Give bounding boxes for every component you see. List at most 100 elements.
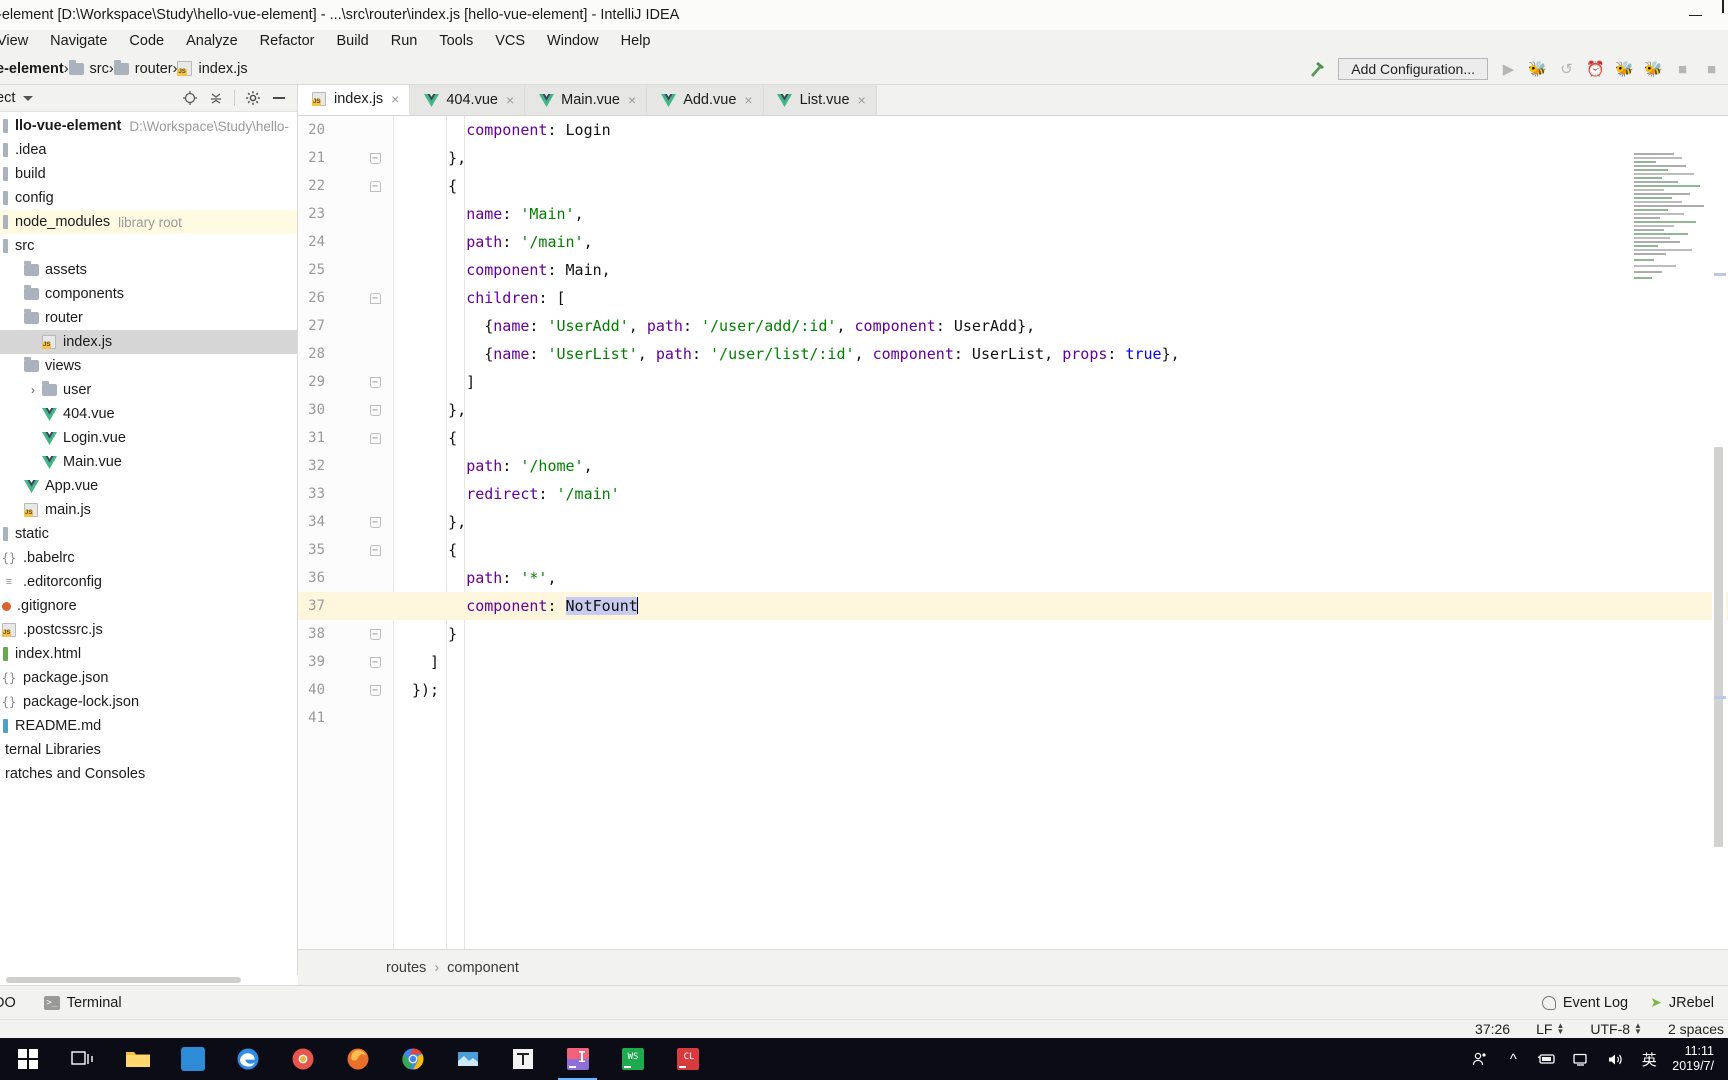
line-number[interactable]: 24 xyxy=(298,228,325,256)
tree-node-views[interactable]: views xyxy=(0,354,297,378)
tree-node--postcssrc-js[interactable]: .postcssrc.js xyxy=(0,618,297,642)
code-fold-collapse-icon[interactable]: − xyxy=(368,172,382,200)
line-number[interactable]: 20 xyxy=(298,116,325,144)
line-number[interactable]: 38 xyxy=(298,620,325,648)
code-line-38[interactable]: } xyxy=(394,620,1728,648)
minimize-button[interactable] xyxy=(1672,0,1718,30)
tree-node-node-modules[interactable]: node_modules library root xyxy=(0,210,297,234)
marker-stripe-warning[interactable] xyxy=(1714,273,1726,276)
editor-scrollbar[interactable] xyxy=(1712,147,1726,913)
code-fold-end-icon[interactable]: − xyxy=(368,648,382,676)
tree-node-index-html[interactable]: index.html xyxy=(0,642,297,666)
tree-node-main-js[interactable]: main.js xyxy=(0,498,297,522)
taskbar-clock[interactable]: 11:11 2019/7/ xyxy=(1666,1044,1722,1074)
line-number[interactable]: 29 xyxy=(298,368,325,396)
todo-tool-button[interactable]: DO xyxy=(0,995,30,1011)
close-icon[interactable]: × xyxy=(858,92,866,108)
line-number[interactable]: 28 xyxy=(298,340,325,368)
tree-node-components[interactable]: components xyxy=(0,282,297,306)
line-number[interactable]: 30 xyxy=(298,396,325,424)
code-editor[interactable]: 20 21 − 22 − 23 24 25 26 − 27 28 29 − 30 − 31 − 32 33 34 − 35 −… xyxy=(298,116,1728,949)
tree-node-assets[interactable]: assets xyxy=(0,258,297,282)
taskbar-typora-icon[interactable] xyxy=(495,1038,550,1080)
tree-node--babelrc[interactable]: {} .babelrc xyxy=(0,546,297,570)
menu-item-analyze[interactable]: Analyze xyxy=(175,30,249,53)
line-number[interactable]: 26 xyxy=(298,284,325,312)
people-icon[interactable] xyxy=(1462,1038,1496,1080)
code-fold-end-icon[interactable]: − xyxy=(368,144,382,172)
breadcrumb-item-e-element[interactable]: e-element xyxy=(0,61,64,77)
line-number[interactable]: 22 xyxy=(298,172,325,200)
taskbar-intellij-idea-icon[interactable] xyxy=(550,1038,605,1080)
taskbar-snipaste-icon[interactable] xyxy=(440,1038,495,1080)
taskbar-firefox-icon[interactable] xyxy=(330,1038,385,1080)
close-icon[interactable]: × xyxy=(391,91,399,107)
code-line-24[interactable]: path: '/main', xyxy=(394,228,1728,256)
breadcrumb-item-src[interactable]: src xyxy=(68,59,109,77)
taskbar-edge-icon[interactable] xyxy=(220,1038,275,1080)
close-icon[interactable]: × xyxy=(628,92,636,108)
line-separator[interactable]: LF ▲ ▼ xyxy=(1523,1021,1577,1037)
tree-node-build[interactable]: build xyxy=(0,162,297,186)
tree-node-llo-vue-element[interactable]: llo-vue-element D:\Workspace\Study\hello- xyxy=(0,114,297,138)
taskbar-clion-icon[interactable]: CL xyxy=(660,1038,715,1080)
locate-icon[interactable] xyxy=(178,86,202,110)
editor-minimap[interactable] xyxy=(1630,147,1710,312)
line-number[interactable]: 27 xyxy=(298,312,325,340)
menu-item-navigate[interactable]: Navigate xyxy=(39,30,118,53)
menu-item-refactor[interactable]: Refactor xyxy=(249,30,326,53)
tree-node-app-vue[interactable]: App.vue xyxy=(0,474,297,498)
breadcrumb-item-router[interactable]: router xyxy=(113,59,173,77)
taskbar-chrome-icon[interactable] xyxy=(385,1038,440,1080)
volume-icon[interactable] xyxy=(1598,1038,1632,1080)
line-number[interactable]: 40 xyxy=(298,676,325,704)
project-pane-horizontal-scrollbar[interactable] xyxy=(0,975,298,985)
chevron-right-icon[interactable]: › xyxy=(26,383,40,397)
close-icon[interactable]: × xyxy=(744,92,752,108)
tree-node-404-vue[interactable]: 404.vue xyxy=(0,402,297,426)
code-line-32[interactable]: path: '/home', xyxy=(394,452,1728,480)
editor-tab-main-vue[interactable]: Main.vue × xyxy=(525,85,648,115)
code-line-27[interactable]: {name: 'UserAdd', path: '/user/add/:id',… xyxy=(394,312,1728,340)
tree-node-package-lock-json[interactable]: {} package-lock.json xyxy=(0,690,297,714)
add-configuration-button[interactable]: Add Configuration... xyxy=(1338,58,1488,80)
editor-breadcrumb-item-routes[interactable]: routes xyxy=(386,960,426,976)
code-line-23[interactable]: name: 'Main', xyxy=(394,200,1728,228)
line-number[interactable]: 31 xyxy=(298,424,325,452)
tree-node-src[interactable]: src xyxy=(0,234,297,258)
hammer-icon[interactable] xyxy=(1308,60,1338,78)
line-number[interactable]: 32 xyxy=(298,452,325,480)
collapse-all-icon[interactable] xyxy=(204,86,228,110)
network-icon[interactable] xyxy=(1564,1038,1598,1080)
code-fold-end-icon[interactable]: − xyxy=(368,508,382,536)
tree-node-package-json[interactable]: {} package.json xyxy=(0,666,297,690)
tree-node-router[interactable]: router xyxy=(0,306,297,330)
menu-item-help[interactable]: Help xyxy=(610,30,662,53)
taskbar-explorer-icon[interactable] xyxy=(110,1038,165,1080)
menu-item-build[interactable]: Build xyxy=(325,30,379,53)
tree-node-main-vue[interactable]: Main.vue xyxy=(0,450,297,474)
menu-item-tools[interactable]: Tools xyxy=(428,30,484,53)
line-number[interactable]: 21 xyxy=(298,144,325,172)
tree-node-login-vue[interactable]: Login.vue xyxy=(0,426,297,450)
taskbar-task-view-icon[interactable] xyxy=(55,1038,110,1080)
indent-setting[interactable]: 2 spaces xyxy=(1655,1021,1728,1037)
tree-node-config[interactable]: config xyxy=(0,186,297,210)
code-line-20[interactable]: component: Login xyxy=(394,116,1728,144)
caret-position[interactable]: 37:26 xyxy=(1462,1021,1523,1037)
code-line-36[interactable]: path: '*', xyxy=(394,564,1728,592)
event-log-button[interactable]: Event Log xyxy=(1541,995,1628,1011)
menu-item-run[interactable]: Run xyxy=(380,30,429,53)
code-line-22[interactable]: { xyxy=(394,172,1728,200)
editor-tab-list-vue[interactable]: List.vue × xyxy=(763,85,877,115)
menu-item-code[interactable]: Code xyxy=(118,30,175,53)
code-line-25[interactable]: component: Main, xyxy=(394,256,1728,284)
attach-debugger-icon[interactable]: 🐝 xyxy=(1610,55,1639,83)
editor-tab-add-vue[interactable]: Add.vue × xyxy=(647,85,764,115)
line-number[interactable]: 39 xyxy=(298,648,325,676)
taskbar-start-button-icon[interactable] xyxy=(0,1038,55,1080)
stop-icon[interactable]: ■ xyxy=(1668,55,1697,83)
code-fold-end-icon[interactable]: − xyxy=(368,676,382,704)
code-line-33[interactable]: redirect: '/main' xyxy=(394,480,1728,508)
run-icon[interactable]: ▶ xyxy=(1494,55,1523,83)
